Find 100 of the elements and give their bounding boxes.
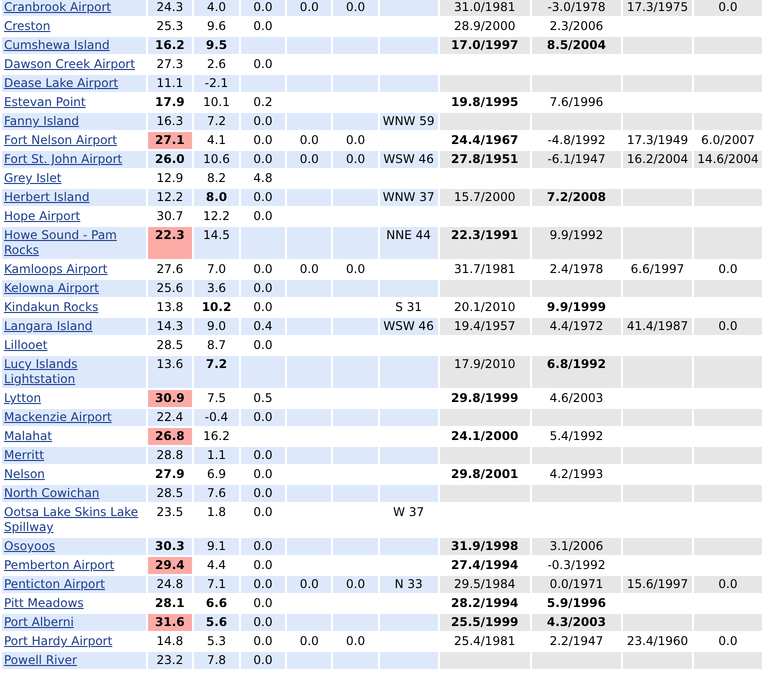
station-link[interactable]: Pitt Meadows [4, 596, 144, 611]
table-cell: 0.0 [240, 0, 286, 16]
station-link[interactable]: Dawson Creek Airport [4, 57, 144, 72]
station-link[interactable]: Kelowna Airport [4, 281, 144, 296]
station-link[interactable]: Port Alberni [4, 615, 144, 630]
table-cell: 0.0 [333, 151, 378, 168]
station-link[interactable]: Lucy Islands Lightstation [4, 357, 144, 387]
table-cell-text: 6.6/1997 [630, 261, 686, 278]
table-cell-text: 0.0 [252, 208, 274, 225]
table-cell: 31.0/1981 [440, 0, 530, 16]
table-cell-text: 27.4/1994 [450, 557, 520, 574]
table-cell: 16.3 [148, 113, 192, 130]
table-cell-text: 0.2 [252, 94, 274, 111]
station-link[interactable]: Grey Islet [4, 171, 144, 186]
table-cell-text: 28.9/2000 [453, 18, 516, 35]
table-cell: WSW 46 [380, 151, 438, 168]
table-cell-text: 4.4 [206, 557, 228, 574]
table-cell-text: 12.9 [155, 170, 184, 187]
table-cell-text: 2.4/1978 [548, 261, 604, 278]
station-link[interactable]: Langara Island [4, 319, 144, 334]
table-cell-text: 4.1 [206, 132, 228, 149]
table-cell-text: 17.9 [154, 94, 186, 111]
table-cell-text: 0.0 [252, 557, 274, 574]
station-link[interactable]: Creston [4, 19, 144, 34]
table-cell: -3.0/1978 [532, 0, 622, 16]
station-link[interactable]: Nelson [4, 467, 144, 482]
table-cell-text: 0.0 [252, 18, 274, 35]
station-link[interactable]: Osoyoos [4, 539, 144, 554]
station-link[interactable]: Pemberton Airport [4, 558, 144, 573]
table-cell: 17.0/1997 [440, 37, 530, 54]
table-cell-text: 10.1 [202, 94, 231, 111]
table-cell: 0.0 [333, 576, 378, 593]
table-cell: 28.8 [148, 447, 192, 464]
station-link[interactable]: Fort St. John Airport [4, 152, 144, 167]
table-cell-text: 0.0 [252, 261, 274, 278]
station-link[interactable]: Herbert Island [4, 190, 144, 205]
station-link[interactable]: Lytton [4, 391, 144, 406]
table-cell-text: 27.3 [155, 56, 184, 73]
table-cell: 0.0 [240, 113, 286, 130]
table-cell-text: 31.7/1981 [453, 261, 516, 278]
table-cell-text: 9.9/1999 [546, 299, 607, 316]
table-cell: NNE 44 [380, 227, 438, 259]
table-cell-text: 9.6 [206, 18, 228, 35]
station-link[interactable]: Lillooet [4, 338, 144, 353]
station-link[interactable]: Port Hardy Airport [4, 634, 144, 649]
table-cell: 29.4 [148, 557, 192, 574]
table-cell: 22.4 [148, 409, 192, 426]
table-cell-text: 0.0 [252, 504, 274, 521]
station-link[interactable]: Mackenzie Airport [4, 410, 144, 425]
station-link[interactable]: Howe Sound - Pam Rocks [4, 228, 144, 258]
table-cell: 16.2 [148, 37, 192, 54]
station-link[interactable]: Ootsa Lake Skins Lake Spillway [4, 505, 144, 535]
table-cell: 0.0 [240, 447, 286, 464]
table-cell: 12.2 [148, 189, 192, 206]
table-cell-text: 28.5 [155, 337, 184, 354]
table-cell: 4.0 [194, 0, 239, 16]
table-cell-text: 1.8 [206, 504, 228, 521]
station-link[interactable]: North Cowichan [4, 486, 144, 501]
table-cell: 0.0 [287, 151, 332, 168]
table-cell: 19.4/1957 [440, 318, 530, 335]
table-cell-text: -0.3/1992 [546, 557, 606, 574]
table-cell: 0.0 [694, 318, 762, 335]
table-cell: 0.0 [694, 576, 762, 593]
table-cell: 24.8 [148, 576, 192, 593]
table-cell-text: 19.8/1995 [450, 94, 520, 111]
table-cell-text: 29.8/1999 [450, 390, 520, 407]
table-cell-text: 23.5 [155, 504, 184, 521]
table-cell-text: 0.0 [345, 261, 366, 278]
table-cell-text: 4.2/1993 [548, 466, 604, 483]
table-cell-text: 25.4/1981 [453, 633, 516, 650]
table-cell: 9.0 [194, 318, 239, 335]
table-cell-text: 23.4/1960 [626, 633, 690, 650]
station-link[interactable]: Cranbrook Airport [4, 0, 144, 15]
station-link[interactable]: Dease Lake Airport [4, 76, 144, 91]
table-cell: 7.1 [194, 576, 239, 593]
table-cell: 26.8 [148, 428, 192, 445]
table-cell: 27.8/1951 [440, 151, 530, 168]
table-cell: 9.9/1992 [532, 227, 622, 259]
table-cell: N 33 [380, 576, 438, 593]
table-cell: 26.0 [148, 151, 192, 168]
station-link[interactable]: Fort Nelson Airport [4, 133, 144, 148]
table-cell: 0.0 [240, 485, 286, 502]
table-cell: 0.0 [333, 0, 378, 16]
station-link[interactable]: Estevan Point [4, 95, 144, 110]
station-link[interactable]: Kindakun Rocks [4, 300, 144, 315]
table-cell-text: 0.0 [717, 261, 739, 278]
station-link[interactable]: Powell River [4, 653, 144, 668]
station-link[interactable]: Cumshewa Island [4, 38, 144, 53]
table-cell-text: 5.9/1996 [546, 595, 607, 612]
table-cell: 14.3 [148, 318, 192, 335]
station-link[interactable]: Kamloops Airport [4, 262, 144, 277]
table-cell: -0.4 [194, 409, 239, 426]
table-cell-text: 0.0 [252, 633, 274, 650]
table-cell: 23.2 [148, 652, 192, 669]
station-link[interactable]: Hope Airport [4, 209, 144, 224]
station-link[interactable]: Malahat [4, 429, 144, 444]
station-link[interactable]: Penticton Airport [4, 577, 144, 592]
station-link[interactable]: Fanny Island [4, 114, 144, 129]
station-link[interactable]: Merritt [4, 448, 144, 463]
table-cell: 15.6/1997 [623, 576, 692, 593]
